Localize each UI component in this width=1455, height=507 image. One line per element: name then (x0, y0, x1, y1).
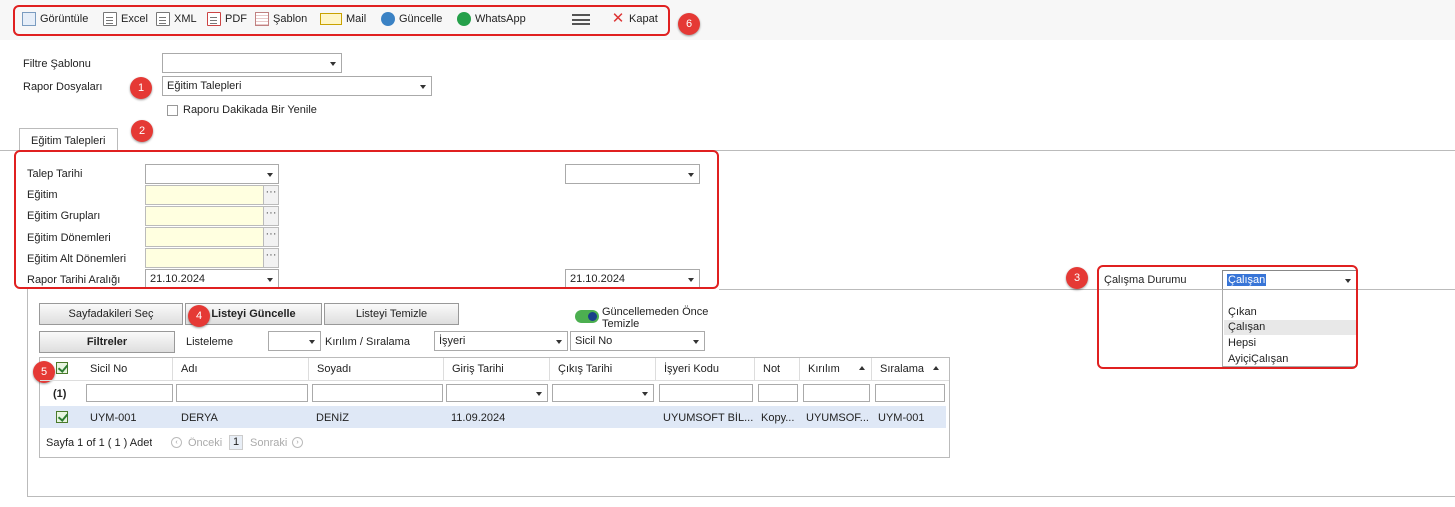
badge-3: 3 (1066, 267, 1088, 289)
chevron-down-icon (556, 340, 562, 344)
cell-grouping: UYUMSOF... (806, 412, 869, 424)
row-checkbox[interactable] (56, 411, 68, 423)
filter-surname[interactable] (312, 384, 443, 402)
select-page-button[interactable]: Sayfadakileri Seç (39, 303, 183, 325)
filter-template-label: Filtre Şablonu (23, 58, 91, 70)
filter-template-select[interactable] (162, 53, 342, 73)
chevron-down-icon (693, 340, 699, 344)
previous-page-icon[interactable]: ‹ (171, 437, 182, 448)
badge-1: 1 (130, 77, 152, 99)
clear-before-update-label: Güncellemeden Önce Temizle (602, 306, 709, 330)
column-header[interactable]: Adı (173, 358, 309, 380)
filter-note[interactable] (758, 384, 798, 402)
filters-highlight (14, 150, 719, 289)
pager-info: Sayfa 1 of 1 ( 1 ) Adet (46, 437, 153, 449)
work-status-highlight (1097, 265, 1358, 369)
column-header[interactable]: Not (755, 358, 800, 380)
cell-workplace-code: UYUMSOFT BİL... (663, 412, 753, 424)
next-page-icon[interactable]: › (292, 437, 303, 448)
listing-label: Listeleme (186, 336, 234, 348)
clear-before-update-toggle[interactable] (575, 310, 599, 323)
refresh-checkbox-label: Raporu Dakikada Bir Yenile (183, 104, 317, 116)
current-page[interactable]: 1 (229, 435, 243, 450)
column-header[interactable]: Soyadı (309, 358, 444, 380)
select-all-checkbox[interactable] (56, 362, 68, 374)
sort-asc-icon (933, 366, 939, 370)
toolbar-highlight (13, 5, 670, 36)
grouping-label: Kırılım / Sıralama (325, 336, 410, 348)
sort-asc-icon (859, 366, 865, 370)
cell-sicil-no: UYM-001 (90, 412, 137, 424)
column-header[interactable]: İşyeri Kodu (656, 358, 755, 380)
cell-surname: DENİZ (316, 412, 349, 424)
chevron-down-icon (420, 85, 426, 89)
filters-button[interactable]: Filtreler (39, 331, 175, 353)
grouping-select[interactable]: İşyeri (434, 331, 568, 351)
filter-sicil-no[interactable] (86, 384, 173, 402)
divider (27, 289, 28, 496)
chevron-down-icon (642, 392, 648, 396)
chevron-down-icon (536, 392, 542, 396)
report-files-label: Rapor Dosyaları (23, 81, 103, 93)
filter-name[interactable] (176, 384, 308, 402)
clear-list-button[interactable]: Listeyi Temizle (324, 303, 459, 325)
next-page-link[interactable]: Sonraki (250, 437, 287, 449)
row-count: (1) (53, 388, 67, 400)
filter-entry-date[interactable] (446, 384, 548, 402)
cell-note: Kopy... (761, 412, 795, 424)
divider (27, 496, 1455, 497)
column-header[interactable]: Çıkış Tarihi (550, 358, 656, 380)
divider (40, 380, 949, 381)
chevron-down-icon (330, 62, 336, 66)
previous-page-link[interactable]: Önceki (188, 437, 222, 449)
filter-sorting[interactable] (875, 384, 945, 402)
badge-4: 4 (188, 305, 210, 327)
chevron-down-icon (309, 340, 315, 344)
column-header[interactable]: Sicil No (82, 358, 173, 380)
sort-select[interactable]: Sicil No (570, 331, 705, 351)
column-header[interactable]: Giriş Tarihi (444, 358, 550, 380)
badge-6: 6 (678, 13, 700, 35)
filter-grouping[interactable] (803, 384, 870, 402)
badge-2: 2 (131, 120, 153, 142)
filter-exit-date[interactable] (552, 384, 654, 402)
tab-training-requests[interactable]: Eğitim Talepleri (19, 128, 118, 151)
filter-workplace-code[interactable] (659, 384, 753, 402)
report-files-select[interactable]: Eğitim Talepleri (162, 76, 432, 96)
cell-sorting: UYM-001 (878, 412, 925, 424)
refresh-checkbox[interactable] (167, 105, 178, 116)
cell-name: DERYA (181, 412, 218, 424)
cell-entry-date: 11.09.2024 (451, 412, 506, 424)
listing-select[interactable] (268, 331, 321, 351)
